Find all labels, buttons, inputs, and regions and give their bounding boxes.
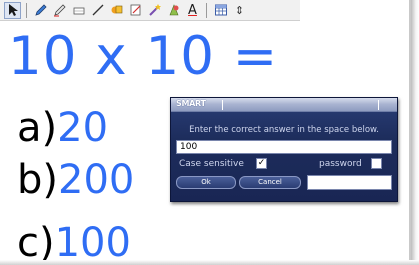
password-field[interactable] (307, 175, 392, 190)
password-label: password (319, 159, 362, 169)
toolbar-divider (26, 2, 27, 18)
answer-option-a[interactable]: a)20 (17, 106, 108, 150)
page-shadow (411, 0, 419, 265)
cancel-button[interactable]: Cancel (239, 176, 301, 189)
line-icon[interactable] (89, 2, 106, 19)
case-sensitive-checkbox[interactable]: ✓ (256, 158, 267, 169)
toolbar: A ⇕ (0, 0, 300, 21)
magic-pen-icon[interactable] (146, 2, 163, 19)
answer-label: a) (17, 105, 58, 151)
answer-value: 200 (58, 157, 135, 203)
page-shadow (0, 260, 419, 265)
dialog-title-bar[interactable]: SMART (171, 98, 397, 112)
eraser-icon[interactable] (70, 2, 87, 19)
answer-option-b[interactable]: b)200 (17, 158, 134, 202)
case-sensitive-label: Case sensitive (179, 159, 244, 169)
answer-option-c[interactable]: c)100 (17, 221, 131, 265)
ok-button[interactable]: Ok (176, 176, 236, 189)
toolbar-divider (206, 2, 207, 18)
answer-label: b) (17, 157, 58, 203)
properties-icon[interactable] (127, 2, 144, 19)
password-checkbox[interactable] (371, 158, 382, 169)
dialog-prompt: Enter the correct answer in the space be… (189, 125, 379, 135)
fill-icon[interactable] (108, 2, 125, 19)
title-divider (378, 100, 379, 110)
more-tools-icon[interactable]: ⇕ (231, 2, 248, 19)
text-icon[interactable]: A (184, 2, 201, 19)
answer-input[interactable]: 100 (176, 140, 392, 154)
answer-check-dialog: SMART Enter the correct answer in the sp… (170, 97, 398, 202)
title-divider (222, 100, 223, 110)
math-question: 10 x 10 = (8, 26, 279, 87)
answer-value: 20 (57, 105, 109, 151)
creative-pen-icon[interactable] (51, 2, 68, 19)
smart-logo: SMART (176, 99, 206, 108)
pen-icon[interactable] (32, 2, 49, 19)
table-icon[interactable] (212, 2, 229, 19)
select-arrow-icon[interactable] (4, 1, 21, 19)
shape-recognition-icon[interactable] (165, 2, 182, 19)
text-tool-glyph: A (188, 2, 197, 18)
more-tools-glyph: ⇕ (234, 3, 245, 17)
answer-value: 100 (54, 220, 131, 265)
whiteboard-page[interactable]: A ⇕ 10 x 10 = a)20 b)200 c)100 SMART Ent… (0, 0, 411, 265)
answer-label: c) (17, 220, 55, 265)
